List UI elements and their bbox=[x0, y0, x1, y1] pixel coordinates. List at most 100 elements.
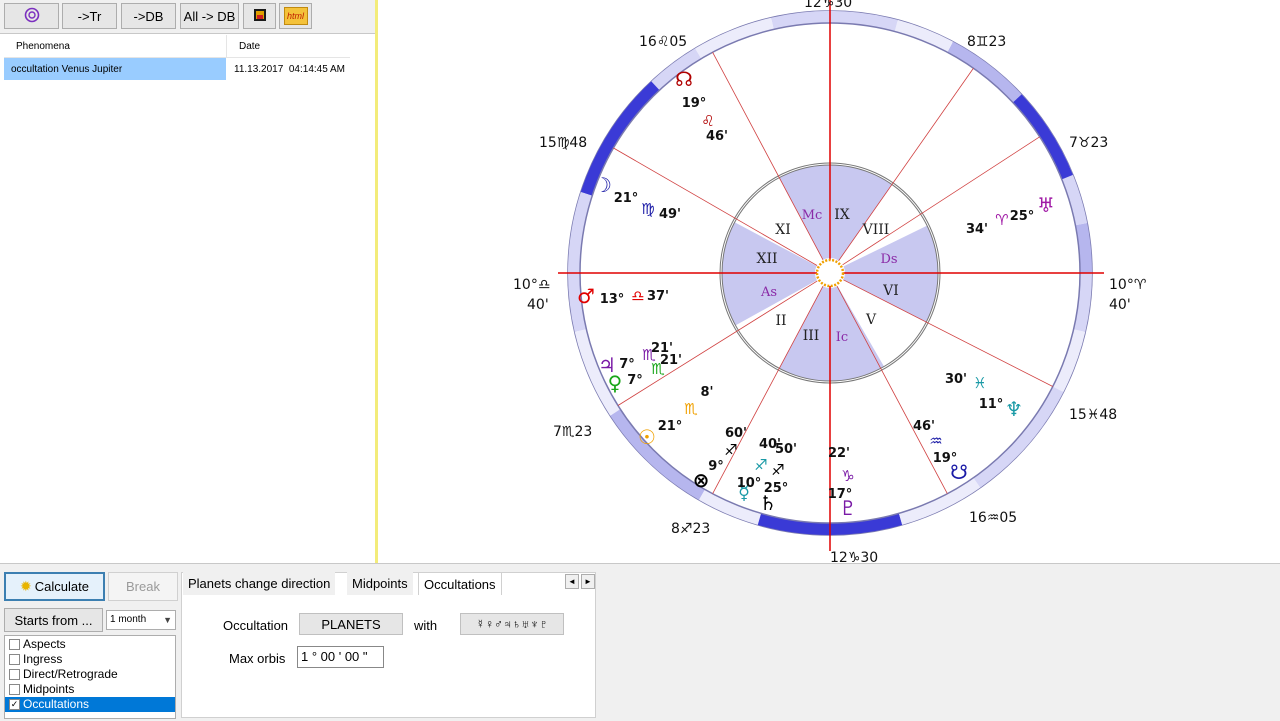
option-label: Midpoints bbox=[23, 682, 75, 696]
export-icon bbox=[252, 7, 268, 26]
planet-degree: 25° bbox=[1010, 209, 1035, 224]
tab-midpoints[interactable]: Midpoints bbox=[347, 572, 413, 595]
with-planets-button[interactable]: ☿♀♂♃♄♅♆♇ bbox=[460, 613, 564, 635]
html-export-button[interactable]: html bbox=[279, 3, 312, 29]
natal-chart-area: II III V VI VIII IX XI XII Mc Ds As Ic 12♑30 12♑30 16♌… bbox=[381, 0, 1280, 563]
max-orbis-label: Max orbis bbox=[229, 651, 286, 666]
planet-degree: 11° bbox=[979, 397, 1004, 412]
column-header-date[interactable]: Date bbox=[239, 41, 260, 52]
chart-wheel-button[interactable] bbox=[4, 3, 59, 29]
planet-degree: 10° bbox=[737, 476, 762, 491]
planet-sign-icon: ♈ bbox=[995, 211, 1008, 229]
break-button[interactable]: Break bbox=[108, 572, 178, 601]
planet-sign-icon: ♓ bbox=[973, 374, 986, 392]
tab-occultations[interactable]: Occultations bbox=[418, 572, 502, 595]
planet-degree: 7° bbox=[627, 373, 643, 388]
checkbox-checked[interactable]: ✓ bbox=[9, 699, 20, 710]
to-database-button[interactable]: ->DB bbox=[121, 3, 176, 29]
planet-glyph-icon: ☊ bbox=[675, 67, 693, 91]
imum-coeli-label: Ic bbox=[836, 330, 848, 345]
planet-degree: 19° bbox=[933, 451, 958, 466]
planets-button[interactable]: PLANETS bbox=[299, 613, 403, 635]
option-label: Occultations bbox=[23, 697, 90, 711]
cusp-label: 15♓48 bbox=[1069, 407, 1117, 423]
phenomena-table-header: Phenomena Date bbox=[4, 35, 350, 58]
chart-wheel-icon bbox=[24, 7, 40, 26]
house-number: III bbox=[803, 328, 820, 344]
planet-sign-icon: ♌ bbox=[701, 112, 714, 130]
tab-planets-change-direction[interactable]: Planets change direction bbox=[183, 572, 336, 595]
option-ingress[interactable]: Ingress bbox=[5, 652, 175, 667]
all-to-database-button[interactable]: All -> DB bbox=[180, 3, 239, 29]
occultation-label: Occultation bbox=[223, 618, 289, 633]
planet-minutes: 60' bbox=[725, 426, 747, 441]
calculate-button[interactable]: ✹ Calculate bbox=[4, 572, 105, 601]
planet-degree: 17° bbox=[828, 487, 853, 502]
chevron-down-icon: ▼ bbox=[163, 615, 172, 625]
control-panel: ✹ Calculate Break Starts from ... 1 mont… bbox=[0, 563, 1280, 721]
ascendant-minutes: 40' bbox=[527, 297, 549, 313]
column-header-phenomena[interactable]: Phenomena bbox=[16, 41, 70, 52]
planet-minutes: 50' bbox=[775, 442, 797, 457]
planet-minutes: 34' bbox=[966, 222, 988, 237]
checkbox[interactable] bbox=[9, 654, 20, 665]
option-label: Ingress bbox=[23, 652, 63, 666]
house-number: VI bbox=[882, 283, 899, 299]
planet-degree: 9° bbox=[708, 459, 724, 474]
option-midpoints[interactable]: Midpoints bbox=[5, 682, 175, 697]
period-value: 1 month bbox=[110, 614, 147, 625]
with-label: with bbox=[414, 618, 438, 633]
planet-glyph-icon: ♅ bbox=[1037, 193, 1055, 217]
cusp-label: 8♐23 bbox=[671, 521, 710, 537]
option-aspects[interactable]: Aspects bbox=[5, 637, 175, 652]
phenomena-panel: ->Tr ->DB All -> DB html Phenomena Date … bbox=[0, 0, 378, 563]
midheaven-label: Mc bbox=[802, 208, 823, 223]
option-direct-retrograde[interactable]: Direct/Retrograde bbox=[5, 667, 175, 682]
house-number: IX bbox=[834, 207, 850, 223]
cusp-label: 12♑30 bbox=[830, 550, 878, 563]
tab-prev-arrow[interactable]: ◄ bbox=[565, 574, 579, 589]
table-row[interactable]: occultation Venus Jupiter 11.13.2017 04:… bbox=[4, 58, 350, 80]
planet-glyph-icon: ♆ bbox=[1005, 397, 1023, 421]
tab-next-arrow[interactable]: ► bbox=[581, 574, 595, 589]
to-transit-button[interactable]: ->Tr bbox=[62, 3, 117, 29]
house-number: XII bbox=[756, 251, 777, 267]
chart-wheel: IIIIIVVIVIIIIXXIXIIMcDsAsIc12♑3012♑3016♌… bbox=[513, 0, 1147, 563]
starts-from-button[interactable]: Starts from ... bbox=[4, 608, 103, 632]
planet-degree: 13° bbox=[600, 292, 625, 307]
planet-minutes: 21' bbox=[660, 353, 682, 368]
planet-minutes: 8' bbox=[700, 385, 713, 400]
planet-minutes: 46' bbox=[913, 419, 935, 434]
checkbox[interactable] bbox=[9, 684, 20, 695]
planet-glyph-icon: ☉ bbox=[638, 425, 656, 449]
chart-static-layer: IIIIIVVIVIIIIXXIXIIMcDsAsIc12♑3012♑3016♌… bbox=[513, 0, 1147, 563]
planet-sign-icon: ♒ bbox=[929, 432, 942, 450]
ascendant-degree: 10°♎ bbox=[513, 277, 550, 293]
descendant-label: Ds bbox=[880, 252, 897, 267]
planet-minutes: 22' bbox=[828, 446, 850, 461]
planet-degree: 21° bbox=[614, 191, 639, 206]
planet-degree: 25° bbox=[764, 481, 789, 496]
planet-minutes: 49' bbox=[659, 207, 681, 222]
checkbox[interactable] bbox=[9, 669, 20, 680]
max-orbis-field[interactable]: 1 ° 00 ' 00 " bbox=[297, 646, 384, 668]
descendant-minutes: 40' bbox=[1109, 297, 1131, 313]
cusp-label: 8♊23 bbox=[967, 34, 1006, 50]
toolbar: ->Tr ->DB All -> DB html bbox=[0, 0, 375, 34]
planet-sign-icon: ♐ bbox=[754, 456, 767, 474]
house-number: VIII bbox=[862, 222, 890, 238]
period-select[interactable]: 1 month ▼ bbox=[106, 610, 176, 630]
checkbox[interactable] bbox=[9, 639, 20, 650]
center-sun-glyph bbox=[815, 258, 845, 288]
date-cell: 11.13.2017 04:14:45 AM bbox=[234, 64, 346, 75]
planet-degree: 7° bbox=[619, 357, 635, 372]
option-occultations[interactable]: ✓ Occultations bbox=[5, 697, 175, 712]
html-icon: html bbox=[283, 7, 308, 25]
cusp-label: 7♉23 bbox=[1069, 135, 1108, 151]
planet-glyph-icon: ♀ bbox=[608, 371, 623, 395]
option-label: Direct/Retrograde bbox=[23, 667, 118, 681]
phenomena-cell: occultation Venus Jupiter bbox=[11, 64, 123, 75]
planet-minutes: 37' bbox=[647, 289, 669, 304]
cusp-label: 15♍48 bbox=[539, 135, 587, 151]
export-button[interactable] bbox=[243, 3, 276, 29]
